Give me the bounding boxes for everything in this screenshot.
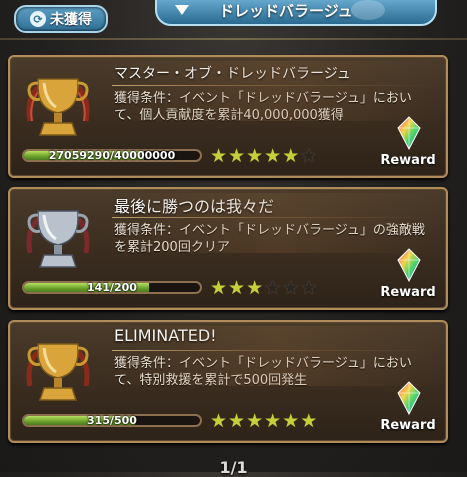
star-filled-icon: ★ bbox=[210, 277, 228, 299]
achievement-card[interactable]: マスター・オブ・ドレッドバラージュ 獲得条件：イベント「ドレッドバラージュ」にお… bbox=[8, 55, 448, 178]
achievement-title: ELIMINATED! bbox=[114, 326, 217, 345]
star-empty-icon: ★ bbox=[282, 277, 300, 299]
progress-text: 141/200 bbox=[87, 281, 137, 294]
star-filled-icon: ★ bbox=[246, 410, 264, 432]
star-filled-icon: ★ bbox=[210, 145, 228, 167]
dropdown-label: ドレッドバラージュ bbox=[219, 1, 353, 20]
reward-label: Reward bbox=[380, 153, 436, 168]
dropdown-gloss bbox=[351, 0, 385, 20]
star-filled-icon: ★ bbox=[210, 410, 228, 432]
event-select-dropdown[interactable]: ドレッドバラージュ bbox=[155, 0, 437, 26]
star-rating: ★ ★ ★ ★ ★ ★ bbox=[210, 146, 317, 166]
achievement-title: マスター・オブ・ドレッドバラージュ bbox=[114, 66, 351, 82]
star-filled-icon: ★ bbox=[246, 145, 264, 167]
page-indicator: 1/1 bbox=[219, 458, 248, 477]
title-divider bbox=[112, 350, 438, 351]
crystal-icon bbox=[397, 381, 421, 415]
crystal-icon bbox=[397, 248, 421, 282]
achievement-card[interactable]: ELIMINATED! 獲得条件：イベント「ドレッドバラージュ」において、特別救… bbox=[8, 320, 448, 443]
star-filled-icon: ★ bbox=[264, 145, 282, 167]
silver-trophy-icon bbox=[26, 210, 90, 268]
star-rating: ★ ★ ★ ★ ★ ★ bbox=[210, 278, 317, 298]
achievement-card[interactable]: 最後に勝つのは我々だ 獲得条件：イベント「ドレッドバラージュ」の強敵戦を累計20… bbox=[8, 187, 448, 310]
chevron-down-icon bbox=[175, 5, 189, 15]
star-empty-icon: ★ bbox=[264, 277, 282, 299]
gold-trophy-icon bbox=[26, 78, 90, 136]
crystal-icon bbox=[397, 116, 421, 150]
filter-label: 未獲得 bbox=[50, 12, 92, 28]
achievement-title: 最後に勝つのは我々だ bbox=[114, 197, 275, 216]
title-divider bbox=[112, 217, 438, 218]
gold-trophy-icon bbox=[26, 343, 90, 401]
reward-label: Reward bbox=[380, 285, 436, 300]
top-bar: ⟳ 未獲得 ドレッドバラージュ bbox=[0, 0, 467, 42]
star-filled-icon: ★ bbox=[300, 410, 318, 432]
refresh-icon: ⟳ bbox=[30, 11, 46, 27]
star-filled-icon: ★ bbox=[246, 277, 264, 299]
star-filled-icon: ★ bbox=[282, 145, 300, 167]
reward-label: Reward bbox=[380, 418, 436, 433]
divider bbox=[0, 38, 467, 40]
filter-unobtained-button[interactable]: ⟳ 未獲得 bbox=[14, 5, 108, 33]
reward-button[interactable]: Reward bbox=[380, 248, 436, 300]
star-rating: ★ ★ ★ ★ ★ ★ bbox=[210, 411, 317, 431]
star-filled-icon: ★ bbox=[264, 410, 282, 432]
star-empty-icon: ★ bbox=[300, 145, 318, 167]
star-filled-icon: ★ bbox=[228, 410, 246, 432]
progress-text: 27059290/40000000 bbox=[48, 149, 176, 162]
reward-button[interactable]: Reward bbox=[380, 381, 436, 433]
title-divider bbox=[112, 85, 438, 86]
star-empty-icon: ★ bbox=[300, 277, 318, 299]
star-filled-icon: ★ bbox=[282, 410, 300, 432]
star-filled-icon: ★ bbox=[228, 277, 246, 299]
star-filled-icon: ★ bbox=[228, 145, 246, 167]
reward-button[interactable]: Reward bbox=[380, 116, 436, 168]
progress-text: 315/500 bbox=[87, 414, 137, 427]
